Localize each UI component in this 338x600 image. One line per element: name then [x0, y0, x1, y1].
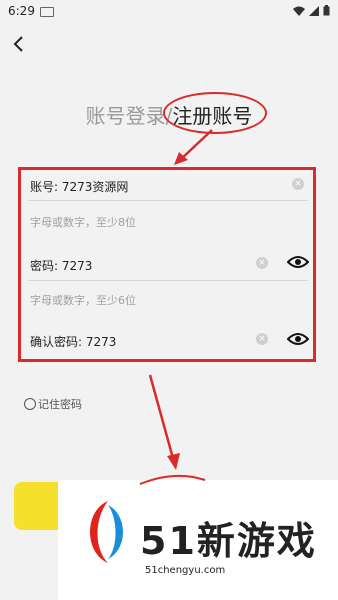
account-hint: 字母或数字，至少8位 [30, 216, 136, 229]
back-button[interactable] [12, 34, 32, 56]
watermark-url: 51chengyu.com [145, 565, 226, 576]
remember-radio[interactable] [24, 398, 36, 410]
clear-icon[interactable]: × [292, 178, 304, 190]
account-field[interactable]: 账号: 7273资源网 [30, 178, 128, 195]
watermark-text: 51新游戏 [140, 519, 317, 563]
annotation-arrow-top [179, 129, 213, 161]
eye-icon[interactable] [287, 255, 309, 269]
eye-icon[interactable] [287, 332, 309, 346]
annotation-arrowhead-bottom [167, 453, 180, 470]
wifi-icon [293, 6, 305, 16]
annotation-arrowhead-top [174, 152, 188, 165]
remember-label[interactable]: 记住密码 [38, 396, 82, 412]
status-bar: 6:29 [0, 0, 338, 24]
password-field[interactable]: 密码: 7273 [30, 257, 92, 274]
keyboard-icon [40, 7, 54, 17]
annotation-ellipse [163, 92, 267, 134]
tab-login[interactable]: 账号登录 [86, 104, 166, 128]
battery-icon [323, 5, 330, 16]
divider [28, 280, 308, 281]
status-time: 6:29 [8, 4, 35, 18]
divider [28, 200, 308, 201]
confirm-password-field[interactable]: 确认密码: 7273 [30, 333, 116, 350]
status-icons [293, 5, 330, 16]
signal-icon [309, 5, 319, 16]
clear-icon[interactable]: × [256, 333, 268, 345]
password-hint: 字母或数字，至少6位 [30, 294, 136, 307]
clear-icon[interactable]: × [256, 257, 268, 269]
annotation-arrow-bottom [148, 374, 176, 463]
logo-icon [90, 501, 123, 563]
back-arrow-icon [13, 36, 23, 52]
